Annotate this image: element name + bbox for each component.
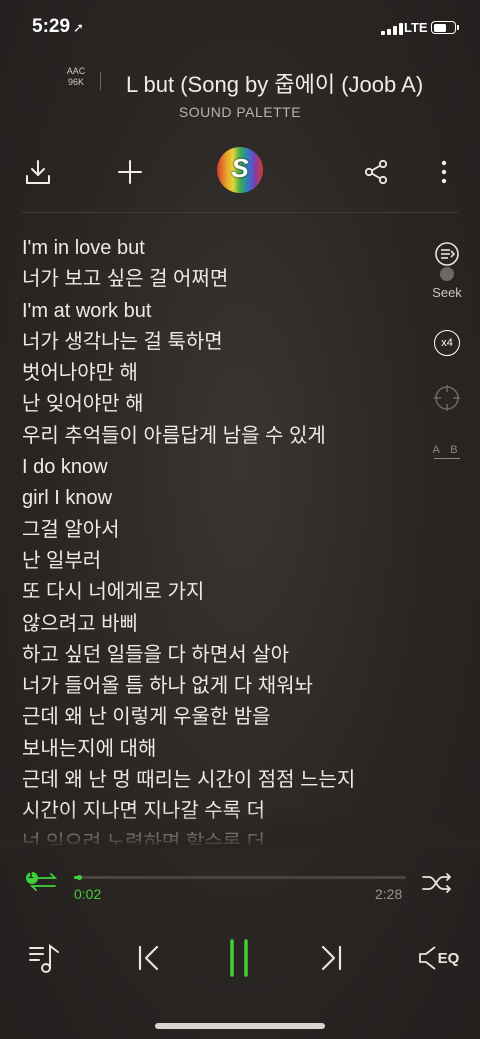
plus-icon: [118, 160, 142, 184]
lyric-line[interactable]: 난 일부러: [22, 546, 422, 577]
quality-bitrate: 96K: [67, 77, 84, 87]
lyric-line[interactable]: 또 다시 너에게로 가지: [22, 577, 422, 608]
seek-icon: [435, 242, 459, 281]
status-time: 5:29 ➚: [32, 16, 84, 38]
pause-button[interactable]: [215, 934, 263, 982]
more-vertical-icon: [441, 160, 447, 184]
add-to-playlist-button[interactable]: [108, 150, 152, 194]
lyric-line[interactable]: 너가 보고 싶은 걸 어쩌면: [22, 264, 422, 295]
lyric-line[interactable]: 우리 추억들이 아름답게 남을 수 있게: [22, 421, 422, 452]
download-icon: [26, 160, 50, 184]
ab-repeat-button[interactable]: A B: [430, 444, 464, 459]
playlist-note-icon: [29, 944, 59, 973]
shuffle-button[interactable]: [420, 870, 454, 896]
crosshair-button[interactable]: [430, 384, 464, 412]
previous-icon: [138, 945, 159, 971]
previous-track-button[interactable]: [124, 934, 172, 982]
playback-speed-button[interactable]: x4: [430, 330, 464, 356]
home-indicator[interactable]: [155, 1023, 325, 1029]
shuffle-icon: [422, 873, 451, 893]
next-track-button[interactable]: [308, 934, 356, 982]
lyric-line[interactable]: 난 잊어야만 해: [22, 389, 422, 420]
lyric-line[interactable]: 그걸 알아서: [22, 515, 422, 546]
lyric-line[interactable]: 보내는지에 대해: [22, 734, 422, 765]
status-time-text: 5:29: [32, 16, 71, 37]
lyrics-panel[interactable]: I'm in love but 너가 보고 싶은 걸 어쩌면 I'm at work…: [22, 233, 422, 845]
share-icon: [364, 159, 388, 185]
song-title-marquee: L but (Song by 줍에이 (Joob A): [96, 64, 426, 98]
network-type: LTE: [404, 20, 428, 35]
lyric-line[interactable]: 벗어나야만 해: [22, 358, 422, 389]
audio-quality-badge: AAC 96K: [60, 66, 92, 88]
lyric-line[interactable]: I'm in love but: [22, 233, 422, 264]
ab-repeat-underline: [434, 458, 460, 459]
pause-icon: [230, 939, 248, 977]
elapsed-time: 0:02: [74, 886, 102, 902]
crosshair-icon: [434, 385, 460, 411]
more-options-button[interactable]: [422, 150, 466, 194]
battery-icon: [431, 21, 459, 34]
repeat-one-badge: 1: [28, 870, 34, 881]
ab-repeat-label: A B: [432, 444, 462, 456]
album-art-letter: S: [231, 153, 249, 183]
repeat-one-button[interactable]: 1: [22, 866, 62, 896]
seek-label: Seek: [432, 285, 462, 300]
equalizer-label: EQ: [437, 949, 460, 967]
lyric-line[interactable]: I do know: [22, 452, 422, 483]
seek-mode-button[interactable]: Seek: [430, 241, 464, 300]
equalizer-button[interactable]: EQ: [414, 934, 462, 982]
song-title: L but (Song by 줍에이 (Joob A): [126, 72, 424, 97]
share-button[interactable]: [354, 150, 398, 194]
playback-speed-badge: x4: [434, 330, 460, 356]
header-divider: [22, 212, 458, 213]
lyric-line[interactable]: 근데 왜 난 이렇게 우울한 밤을: [22, 702, 422, 733]
location-arrow-icon: ➚: [73, 20, 84, 35]
lyric-line[interactable]: 너가 들어올 틈 하나 없게 다 채워놔: [22, 671, 422, 702]
album-art-thumbnail[interactable]: S: [217, 147, 263, 193]
lyric-line[interactable]: 하고 싶던 일들을 다 하면서 살아: [22, 640, 422, 671]
lyrics-fade-overlay: [0, 808, 480, 848]
lyric-line[interactable]: girl I know: [22, 483, 422, 514]
download-button[interactable]: [16, 150, 60, 194]
speaker-icon: [418, 946, 436, 970]
artist-name[interactable]: SOUND PALETTE: [0, 104, 480, 120]
lyric-line[interactable]: I'm at work but: [22, 296, 422, 327]
lyric-line[interactable]: 근데 왜 난 멍 때리는 시간이 점점 느는지: [22, 765, 422, 796]
lyric-line[interactable]: 너가 생각나는 걸 툭하면: [22, 327, 422, 358]
total-time: 2:28: [375, 886, 403, 902]
quality-codec: AAC: [66, 66, 86, 76]
progress-slider[interactable]: [74, 875, 406, 880]
cellular-signal-icon: [381, 23, 403, 35]
status-bar: 5:29 ➚ LTE: [0, 0, 480, 54]
playlist-button[interactable]: [20, 934, 68, 982]
next-icon: [321, 945, 342, 971]
lyric-line[interactable]: 않으려고 바삐: [22, 609, 422, 640]
progress-knob[interactable]: [77, 875, 83, 880]
